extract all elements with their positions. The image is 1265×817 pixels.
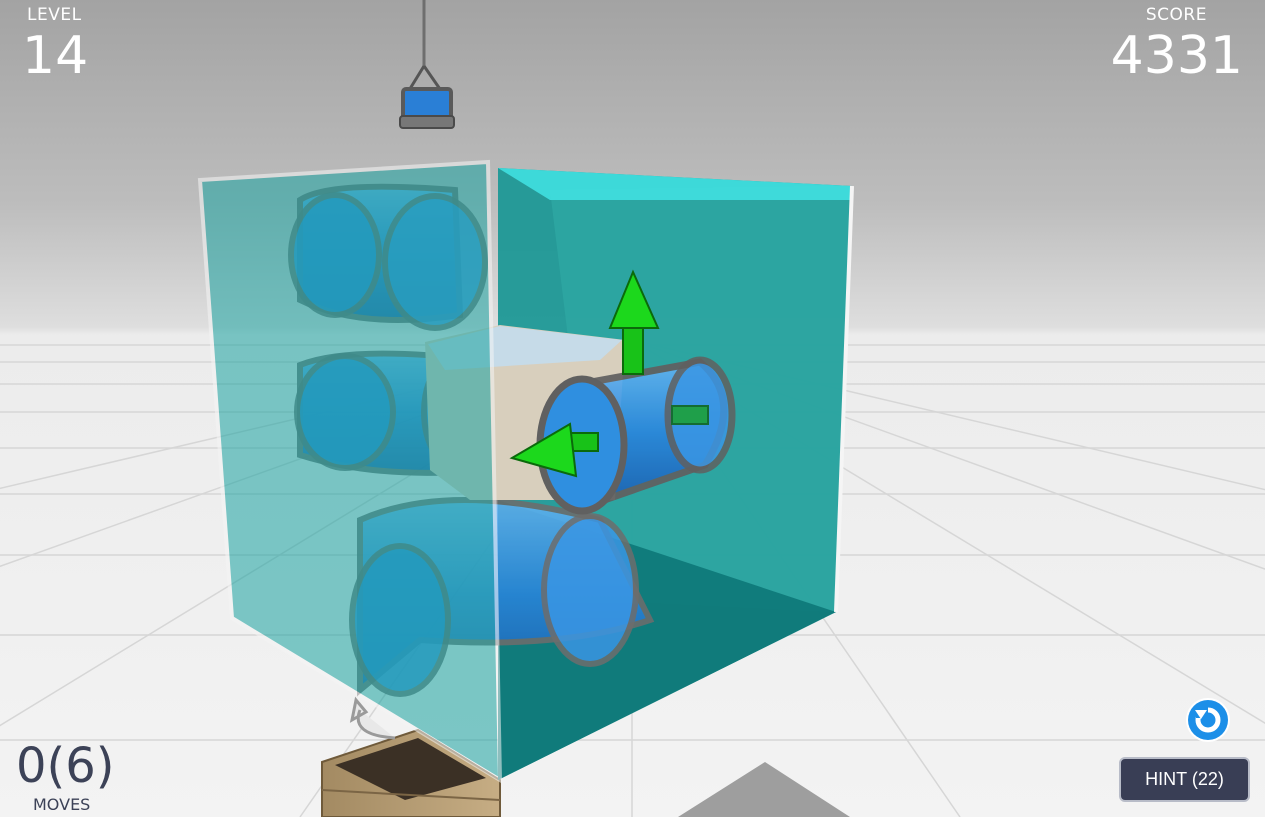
hint-button[interactable]: HINT (22) — [1119, 757, 1250, 802]
score-label: SCORE — [1145, 5, 1207, 25]
moves-label: MOVES — [33, 795, 91, 814]
puzzle-scene[interactable] — [0, 0, 1265, 817]
game-viewport[interactable]: LEVEL 14 SCORE 4331 0(6) MOVES HINT (22) — [0, 0, 1265, 817]
moves-counter: 0(6) — [16, 738, 115, 794]
level-label: LEVEL — [27, 5, 82, 25]
reset-button[interactable] — [1186, 698, 1230, 742]
floor-shadow — [678, 762, 850, 817]
score-value: 4331 — [1110, 26, 1243, 86]
glass-front-face[interactable] — [197, 159, 503, 784]
rotate-reset-icon — [1188, 700, 1228, 740]
crane-hook — [399, 0, 455, 129]
level-value: 14 — [22, 26, 89, 86]
